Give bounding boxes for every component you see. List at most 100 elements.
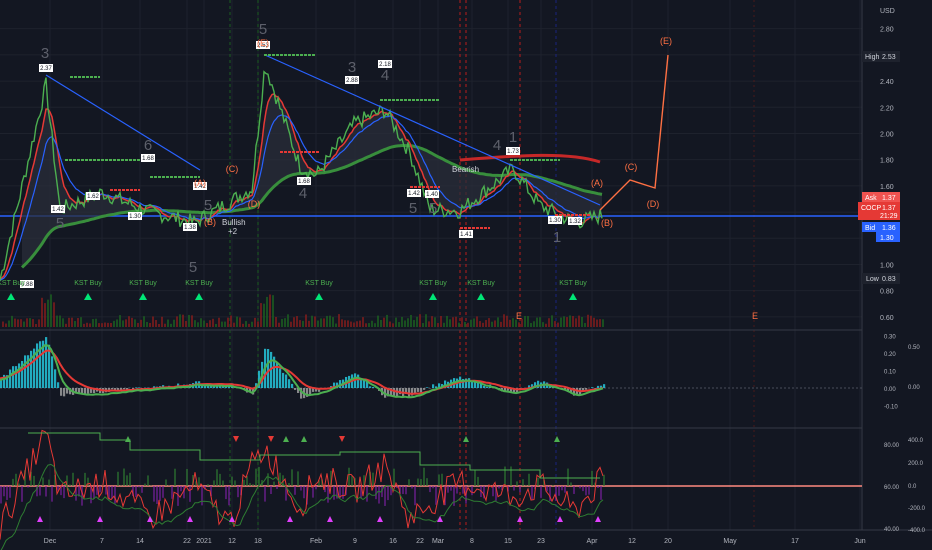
kst-buy-label: KST Buy — [0, 280, 25, 287]
oscillator-bar — [600, 486, 602, 500]
oscillator-bar — [171, 486, 173, 499]
bid-badge-label: Bid — [865, 225, 875, 232]
volume-bar — [71, 317, 73, 327]
time-tick-label: May — [723, 538, 737, 545]
oscillator-tick-left: 40.00 — [884, 527, 900, 533]
momentum-bar — [15, 366, 18, 388]
volume-bar — [212, 318, 214, 327]
volume-bar — [467, 322, 469, 327]
wave-number: 4 — [493, 137, 501, 154]
volume-bar — [209, 320, 211, 327]
time-tick-label: 22 — [183, 538, 191, 545]
time-tick-label: 17 — [791, 538, 799, 545]
volume-bar — [482, 322, 484, 327]
volume-bar — [569, 315, 571, 327]
volume-bar — [350, 321, 352, 327]
volume-bar — [302, 320, 304, 327]
oscillator-bar — [297, 471, 299, 486]
wave-number: 1 — [553, 229, 561, 246]
volume-bar — [311, 315, 313, 327]
oscillator-bar — [498, 486, 500, 489]
oscillator-bar — [186, 468, 188, 486]
oscillator-bar — [189, 486, 191, 502]
oscillator-bar — [300, 486, 302, 491]
peak-label: 2.37 — [40, 66, 52, 72]
kst-buy-label: KST Buy — [129, 280, 157, 287]
volume-bar — [527, 316, 529, 327]
volume-bar — [599, 319, 601, 327]
oscillator-bar — [198, 477, 200, 486]
high-badge-value: 2.53 — [882, 54, 896, 61]
volume-bar — [458, 322, 460, 327]
volume-bar — [125, 319, 127, 327]
oscillator-bar — [435, 486, 437, 505]
volume-bar — [8, 320, 10, 327]
volume-bar — [263, 303, 265, 327]
wave-number: 6 — [144, 137, 152, 154]
volume-bar — [437, 323, 439, 327]
oscillator-bar — [366, 486, 368, 502]
price-tick-label: 1.60 — [880, 184, 894, 191]
volume-bar — [335, 323, 337, 327]
oscillator-bar — [129, 472, 131, 486]
wave-letter: (A) — [194, 178, 206, 188]
volume-bar — [218, 317, 220, 327]
momentum-bar — [81, 388, 84, 394]
volume-bar — [245, 321, 247, 327]
volume-bar — [227, 317, 229, 327]
volume-bar — [185, 320, 187, 327]
momentum-bar — [12, 366, 15, 388]
oscillator-bar — [153, 486, 155, 502]
volume-bar — [572, 316, 574, 327]
momentum-bar — [51, 356, 54, 388]
countdown-text: 21:29 — [880, 213, 898, 220]
oscillator-bar — [450, 486, 452, 491]
oscillator-bar — [309, 485, 311, 486]
volume-bar — [494, 320, 496, 327]
volume-bar — [200, 318, 202, 327]
ask-badge-value: 1.37 — [882, 195, 896, 202]
volume-bar — [182, 314, 184, 327]
price-tick-label: 1.00 — [880, 262, 894, 269]
oscillator-bar — [579, 486, 581, 489]
oscillator-bar — [417, 478, 419, 486]
oscillator-bar — [258, 466, 260, 486]
trading-chart[interactable]: 2.371.421.621.681.301.421.382.531.682.88… — [0, 0, 932, 550]
time-tick-label: Mar — [432, 538, 445, 545]
volume-bar — [242, 323, 244, 327]
volume-bar — [275, 316, 277, 327]
volume-bar — [83, 323, 85, 327]
volume-bar — [524, 315, 526, 327]
time-tick-label: 9 — [353, 538, 357, 545]
oscillator-bar — [429, 486, 431, 493]
momentum-bar — [363, 380, 366, 388]
volume-bar — [593, 317, 595, 327]
oscillator-bar — [267, 473, 269, 486]
volume-bar — [533, 321, 535, 327]
volume-bar — [581, 316, 583, 327]
volume-bar — [407, 318, 409, 327]
volume-bar — [554, 321, 556, 327]
volume-bar — [266, 296, 268, 327]
oscillator-bar — [213, 480, 215, 486]
oscillator-bar — [342, 486, 344, 499]
oscillator-bar — [570, 482, 572, 486]
price-tick-label: 2.40 — [880, 79, 894, 86]
low-badge: Low 0.83 — [862, 273, 900, 284]
volume-bar — [26, 318, 28, 327]
volume-bar — [53, 302, 55, 327]
oscillator-bar — [237, 486, 239, 498]
oscillator-bar — [453, 486, 455, 506]
high-badge-label: High — [865, 54, 880, 61]
momentum-bar — [285, 374, 288, 388]
oscillator-bar — [585, 486, 587, 496]
oscillator-bar — [207, 484, 209, 486]
oscillator-bar — [288, 482, 290, 486]
oscillator-bar — [276, 486, 278, 490]
momentum-bar — [63, 388, 66, 397]
oscillator-bar — [387, 486, 389, 501]
volume-bar — [254, 317, 256, 327]
volume-bar — [347, 320, 349, 327]
oscillator-bar — [141, 486, 143, 493]
bullish-label: Bullish — [222, 218, 246, 227]
